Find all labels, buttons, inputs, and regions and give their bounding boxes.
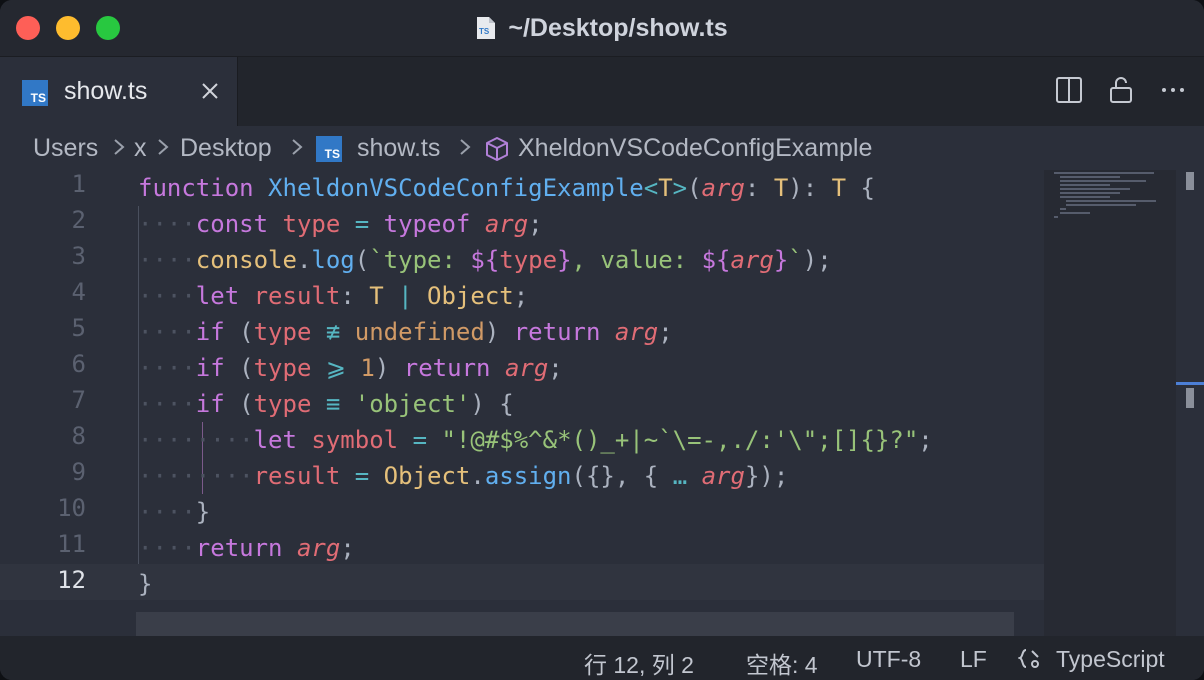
code-line[interactable]: ····return arg; [138,530,355,566]
code-line[interactable]: ····if (type ⩾ 1) return arg; [138,350,563,386]
editor-window: TS ~/Desktop/show.ts TS show.ts Users x … [0,0,1204,680]
code-line[interactable]: ····if (type ≢ undefined) return arg; [138,314,673,350]
vertical-scrollbar[interactable] [1176,170,1204,636]
breadcrumb-symbol[interactable]: XheldonVSCodeConfigExample [518,134,872,163]
code-line[interactable]: ····let result: T | Object; [138,278,528,314]
current-line-highlight [0,564,1044,600]
chevron-right-icon [458,136,472,158]
line-number: 2 [71,206,86,234]
horizontal-scrollbar[interactable] [136,612,1014,636]
scrollbar-thumb[interactable] [1186,388,1194,408]
line-number: 6 [71,350,86,378]
split-editor-icon[interactable] [1054,75,1084,105]
language-braces-icon [1016,646,1044,672]
breadcrumb-users[interactable]: Users [33,134,98,163]
code-line[interactable]: ····console.log(`type: ${type}, value: $… [138,242,832,278]
breadcrumb-x[interactable]: x [134,134,147,163]
line-number: 5 [71,314,86,342]
typescript-icon: TS [22,80,48,106]
line-number: 10 [57,494,86,522]
chevron-right-icon [290,136,304,158]
line-number: 9 [71,458,86,486]
line-number: 3 [71,242,86,270]
breadcrumb: Users x Desktop TS show.ts XheldonVSCode… [0,126,1204,174]
indentation[interactable]: 空格: 4 [746,646,818,680]
line-number: 1 [71,170,86,198]
tab-show-ts[interactable]: TS show.ts [0,57,238,126]
breadcrumb-file[interactable]: show.ts [357,134,440,163]
code-line[interactable]: ····const type = typeof arg; [138,206,543,242]
code-line[interactable]: ····if (type ≡ 'object') { [138,386,514,422]
end-of-line[interactable]: LF [960,646,987,673]
code-editor[interactable]: 1 2 3 4 5 6 7 8 9 10 11 12 function Xhel… [0,170,1204,636]
window-title: ~/Desktop/show.ts [508,13,728,42]
symbol-method-icon [484,136,510,162]
chevron-right-icon [156,136,170,158]
scrollbar-thumb[interactable] [1186,172,1194,190]
tab-bar: TS show.ts [0,57,1204,126]
cursor-position[interactable]: 行 12, 列 2 [584,646,694,680]
encoding[interactable]: UTF-8 [856,646,921,673]
line-number: 11 [57,530,86,558]
typescript-icon: TS [316,136,342,162]
language-mode[interactable]: TypeScript [1056,646,1165,673]
title-bar: TS ~/Desktop/show.ts [0,0,1204,57]
line-number: 4 [71,278,86,306]
code-line[interactable]: ····} [138,494,210,530]
code-line[interactable]: ········result = Object.assign({}, { … a… [138,458,788,494]
status-bar: 行 12, 列 2 空格: 4 UTF-8 LF TypeScript [0,636,1204,680]
close-icon[interactable] [198,79,222,103]
code-line[interactable]: function XheldonVSCodeConfigExample<T>(a… [138,170,875,206]
minimap[interactable] [1044,170,1176,636]
line-number: 7 [71,386,86,414]
unlock-icon[interactable] [1106,75,1136,105]
chevron-right-icon [112,136,126,158]
line-number-active: 12 [57,566,86,594]
scrollbar-cursor-marker [1176,382,1204,385]
code-line[interactable]: ········let symbol = "!@#$%^&*()_+|~`\=-… [138,422,933,458]
breadcrumb-desktop[interactable]: Desktop [180,134,272,163]
ts-file-icon: TS [476,16,496,40]
code-line[interactable]: } [138,566,152,602]
more-icon[interactable] [1158,75,1188,105]
tab-label: show.ts [64,77,148,105]
line-number: 8 [71,422,86,450]
svg-text:TS: TS [479,27,490,36]
